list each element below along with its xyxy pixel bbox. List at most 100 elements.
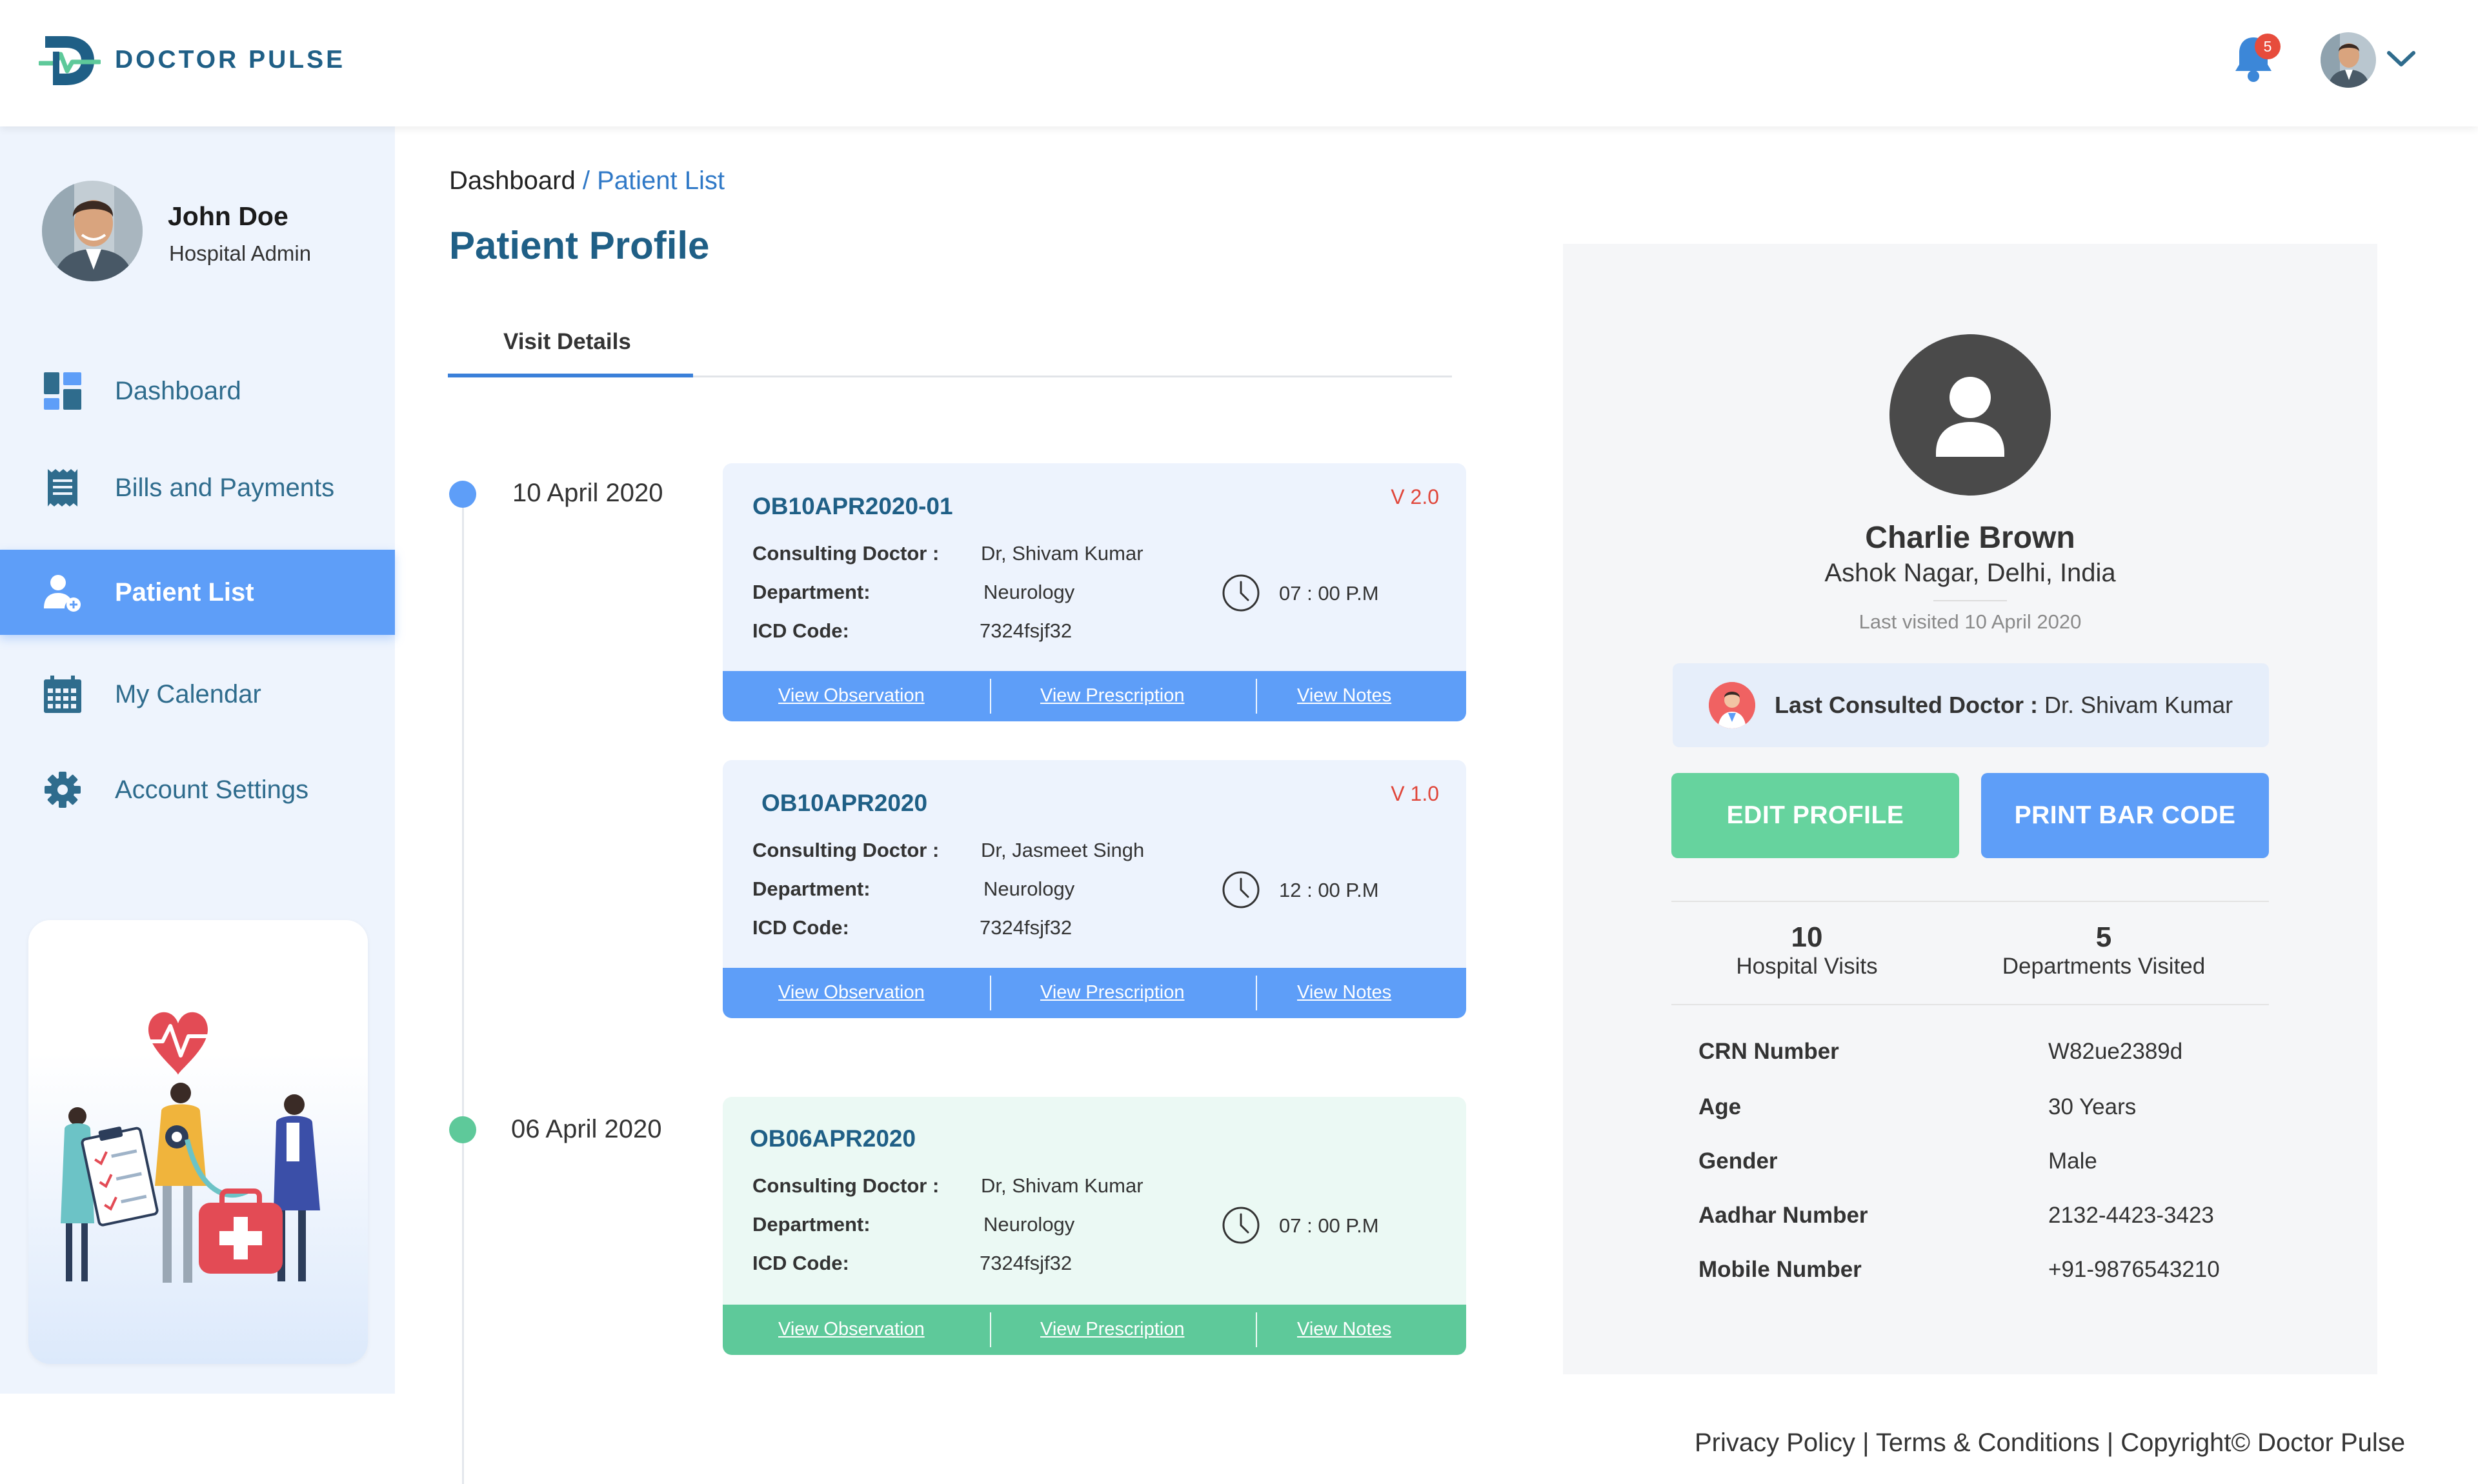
sidebar-item-label: Patient List [115,577,254,607]
sidebar-item-label: Dashboard [115,376,241,405]
divider [1256,976,1257,1010]
sidebar-item-label: Bills and Payments [115,473,335,502]
active-tab-indicator [448,374,693,377]
age-value: 30 Years [2048,1094,2137,1119]
visit-time: 07 : 00 P.M [1279,1214,1379,1237]
divider [1256,679,1257,714]
department-label: Department: [752,877,871,900]
consulting-doctor-value: Dr, Jasmeet Singh [981,839,1145,861]
stat-label: Hospital Visits [1736,954,1878,979]
aadhar-label: Aadhar Number [1698,1203,1868,1228]
view-observation-link[interactable]: View Observation [778,982,925,1003]
last-consulted-doctor: Last Consulted Doctor : Dr. Shivam Kumar [1673,663,2269,747]
visit-card: OB10APR2020 V 1.0 Consulting Doctor : Dr… [723,760,1466,1018]
doctor-avatar [1709,682,1755,728]
consulting-doctor-value: Dr, Shivam Kumar [981,542,1143,565]
department-label: Department: [752,1213,871,1236]
visit-time: 07 : 00 P.M [1279,582,1379,605]
visit-time: 12 : 00 P.M [1279,879,1379,901]
stat-label: Departments Visited [2002,954,2206,979]
user-avatar[interactable] [2321,32,2376,88]
receipt-icon [48,469,77,506]
account-menu-toggle[interactable] [2385,48,2417,73]
patient-name: Charlie Brown [1865,521,2075,555]
mobile-label: Mobile Number [1698,1257,1862,1282]
crn-value: W82ue2389d [2048,1039,2183,1064]
divider [990,679,991,714]
top-bar [0,0,2478,126]
view-notes-link[interactable]: View Notes [1297,685,1391,707]
profile-name: John Doe [168,201,288,231]
stat-value: 5 [2095,921,2112,953]
view-prescription-link[interactable]: View Prescription [1040,1319,1185,1340]
stat-hospital-visits: 10 Hospital Visits [1678,921,1936,979]
edit-profile-button[interactable]: EDIT PROFILE [1671,773,1959,858]
breadcrumb-dashboard-link[interactable]: Dashboard [449,166,576,195]
privacy-policy-link[interactable]: Privacy Policy [1695,1429,1855,1457]
sidebar-item-label: Account Settings [115,775,309,804]
card-actions: View Observation View Prescription View … [723,671,1466,721]
view-observation-link[interactable]: View Observation [778,685,925,707]
icd-code-value: 7324fsjf32 [980,619,1073,642]
dashboard-icon [44,372,81,410]
sidebar-item-patient-list[interactable]: Patient List [0,550,395,635]
user-photo-icon [2321,32,2376,88]
card-actions: View Observation View Prescription View … [723,1305,1466,1355]
version-label: V 2.0 [1391,485,1439,508]
print-bar-code-button[interactable]: PRINT BAR CODE [1981,773,2269,858]
sidebar-item-account-settings[interactable]: Account Settings [0,747,395,832]
terms-link[interactable]: Terms & Conditions [1876,1429,2100,1457]
sidebar-item-calendar[interactable]: My Calendar [0,652,395,737]
consulting-doctor-value: Dr, Shivam Kumar [981,1174,1143,1197]
consulting-doctor-label: Consulting Doctor : [752,839,940,861]
view-prescription-link[interactable]: View Prescription [1040,982,1185,1003]
department-value: Neurology [983,581,1075,603]
brand-logo[interactable]: DOCTOR PULSE [39,32,345,88]
visit-date: 10 April 2020 [512,479,663,507]
sidebar-item-dashboard[interactable]: Dashboard [0,348,395,434]
page-title: Patient Profile [449,224,710,267]
divider [1671,901,2269,902]
card-actions: View Observation View Prescription View … [723,968,1466,1018]
divider [1671,1004,2269,1005]
department-label: Department: [752,581,871,603]
department-value: Neurology [983,877,1075,900]
sidebar-item-bills[interactable]: Bills and Payments [0,445,395,530]
copyright-text: Copyright© Doctor Pulse [2120,1429,2406,1457]
divider [1256,1312,1257,1347]
medical-team-illustration [28,920,368,1364]
timeline-dot [449,481,476,508]
visit-card: OB10APR2020-01 V 2.0 Consulting Doctor :… [723,463,1466,721]
user-icon [1936,377,2004,457]
calendar-icon [44,676,81,713]
brand-name: DOCTOR PULSE [115,46,346,74]
mobile-value: +91-9876543210 [2048,1257,2220,1282]
gender-value: Male [2048,1148,2097,1174]
icd-code-label: ICD Code: [752,619,849,642]
breadcrumb-current[interactable]: Patient List [597,166,725,195]
gear-icon [45,772,81,808]
gender-label: Gender [1698,1148,1778,1174]
view-observation-link[interactable]: View Observation [778,1319,925,1340]
footer: Privacy Policy | Terms & Conditions | Co… [1695,1429,2405,1458]
visit-timeline [462,490,464,1484]
profile-avatar [42,181,143,281]
last-visited: Last visited 10 April 2020 [1858,610,2082,633]
consulting-doctor-label: Consulting Doctor : [752,1174,940,1197]
view-notes-link[interactable]: View Notes [1297,982,1391,1003]
tab-visit-details[interactable]: Visit Details [503,329,631,355]
stat-departments-visited: 5 Departments Visited [1968,921,2239,979]
department-value: Neurology [983,1213,1075,1236]
doctor-icon [1709,682,1755,728]
consulting-doctor-label: Consulting Doctor : [752,542,940,565]
footer-separator: | [2106,1429,2114,1457]
breadcrumb: Dashboard / Patient List [449,166,725,196]
patient-avatar [1889,334,2051,496]
clock-icon [1222,574,1260,612]
sidebar-item-label: My Calendar [115,679,261,708]
view-prescription-link[interactable]: View Prescription [1040,685,1185,707]
divider [1933,600,2007,601]
view-notes-link[interactable]: View Notes [1297,1319,1391,1340]
stat-value: 10 [1791,921,1823,953]
version-label: V 1.0 [1391,782,1439,805]
